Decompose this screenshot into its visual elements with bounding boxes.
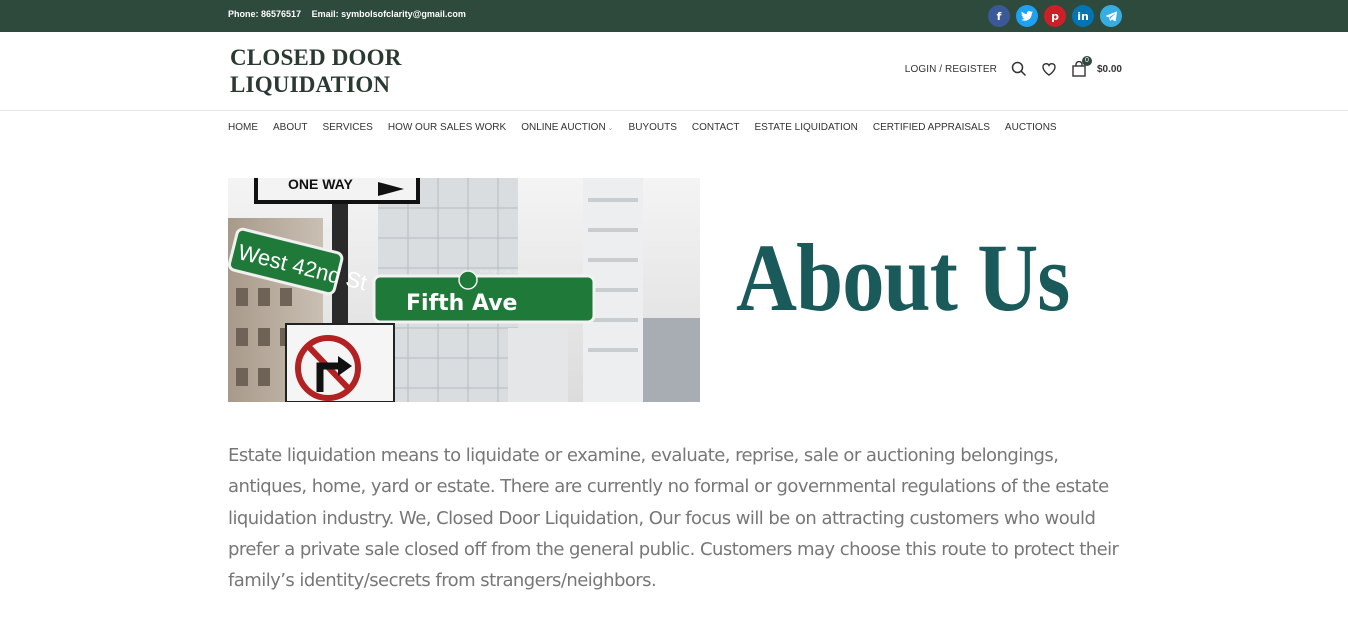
nav-certified-appraisals[interactable]: CERTIFIED APPRAISALS [873,122,990,133]
main-navigation: HOME ABOUT SERVICES HOW OUR SALES WORK O… [228,122,1057,133]
cart-count-badge: 0 [1081,56,1092,66]
about-paragraph: Estate liquidation means to liquidate or… [228,445,1119,592]
logo-line-1: CLOSED DOOR [230,45,402,70]
phone-text: Phone: 86576517 [228,9,302,19]
cart-total: $0.00 [1096,63,1122,75]
login-register-link[interactable]: LOGIN / REGISTER [905,64,997,75]
twitter-icon[interactable] [1016,5,1038,27]
shopping-bag-icon: 0 [1071,56,1092,77]
linkedin-icon[interactable]: in [1072,5,1094,27]
facebook-icon[interactable]: f [988,5,1010,27]
cart-button[interactable]: 0 $0.00 [1071,56,1122,77]
social-links: f p in [988,5,1122,27]
site-logo[interactable]: CLOSED DOOR LIQUIDATION [230,44,402,98]
nav-estate-liquidation[interactable]: ESTATE LIQUIDATION [754,122,857,133]
contact-info: Phone: 86576517 Email: symbolsofclarity@… [228,9,474,19]
site-header: CLOSED DOOR LIQUIDATION LOGIN / REGISTER… [0,32,1348,111]
pinterest-icon[interactable]: p [1044,5,1066,27]
wishlist-heart-icon[interactable] [1041,61,1057,77]
nav-home[interactable]: HOME [228,122,258,133]
header-actions: LOGIN / REGISTER 0 $0.00 [905,56,1122,77]
chevron-down-icon: ⌄ [607,124,614,132]
nav-online-auction[interactable]: ONLINE AUCTION ⌄ [521,122,613,133]
search-icon[interactable] [1011,61,1027,77]
telegram-icon[interactable] [1100,5,1122,27]
top-bar: Phone: 86576517 Email: symbolsofclarity@… [0,0,1348,32]
nav-contact[interactable]: CONTACT [692,122,740,133]
nav-about[interactable]: ABOUT [273,122,307,133]
page-title: About Us [736,224,1070,331]
nav-online-auction-label: ONLINE AUCTION [521,122,606,133]
nav-auctions[interactable]: AUCTIONS [1005,122,1057,133]
hero-street-signs-image: ONE WAY West 42nd St Fifth Ave New York … [228,178,700,402]
nav-buyouts[interactable]: BUYOUTS [629,122,677,133]
email-text[interactable]: Email: symbolsofclarity@gmail.com [312,9,466,19]
fifth-ave-sign-text: Fifth Ave [406,291,517,316]
nav-services[interactable]: SERVICES [322,122,372,133]
logo-line-2: LIQUIDATION [230,72,391,97]
nav-how-our-sales-work[interactable]: HOW OUR SALES WORK [388,122,506,133]
one-way-sign-text: ONE WAY [288,178,353,192]
library-sign-text: New York Public Library [480,269,528,274]
